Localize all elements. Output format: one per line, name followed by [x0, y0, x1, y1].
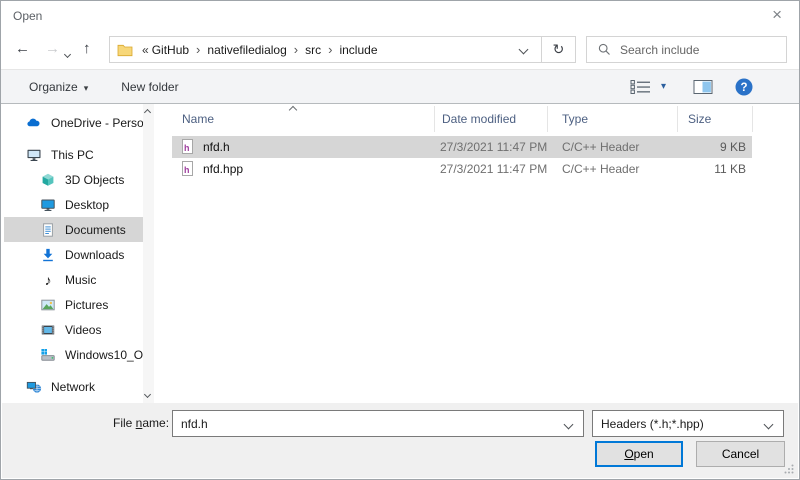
file-rows: h nfd.h 27/3/2021 11:47 PM C/C++ Header … [172, 136, 793, 180]
address-bar[interactable]: « GitHub › nativefiledialog › src › include ↻ [109, 36, 576, 63]
recent-locations-chevron-icon[interactable] [65, 46, 70, 60]
videos-icon [40, 322, 56, 338]
downloads-icon [40, 247, 56, 263]
sidebar-item-music[interactable]: ♪ Music [4, 267, 143, 292]
column-divider[interactable] [677, 106, 678, 132]
file-name-value: nfd.h [181, 417, 208, 431]
organize-button[interactable]: Organize ▾ [29, 80, 88, 94]
footer-bar: File name: nfd.h Headers (*.h;*.hpp) Ope… [2, 403, 798, 478]
preview-pane-icon[interactable] [693, 79, 713, 95]
network-icon [26, 379, 42, 395]
command-bar: Organize ▾ New folder ▾ ? [1, 69, 799, 104]
breadcrumb-item-src[interactable]: src [305, 43, 321, 57]
sidebar-item-network[interactable]: Network [4, 374, 143, 399]
sidebar-item-windows10-os[interactable]: Windows10_OS ( [4, 342, 143, 367]
breadcrumb-item-github[interactable]: GitHub [152, 43, 189, 57]
organize-caret-icon: ▾ [84, 83, 89, 93]
svg-text:?: ? [740, 82, 747, 94]
help-icon[interactable]: ? [735, 78, 753, 96]
cancel-button[interactable]: Cancel [696, 441, 785, 467]
views-icon[interactable] [630, 79, 652, 95]
sidebar-item-this-pc[interactable]: This PC [4, 142, 143, 167]
column-divider[interactable] [547, 106, 548, 132]
file-row-nfd.h[interactable]: h nfd.h 27/3/2021 11:47 PM C/C++ Header … [172, 136, 752, 158]
file-name-label: File name: [113, 416, 169, 430]
sidebar-item-desktop[interactable]: Desktop [4, 192, 143, 217]
file-type-dropdown-icon[interactable] [764, 420, 774, 430]
toolbar-right-group: ▾ ? [630, 78, 753, 96]
breadcrumb-item-include[interactable]: include [339, 43, 377, 57]
open-button[interactable]: Open [595, 441, 683, 467]
breadcrumb-separator-icon: › [294, 42, 298, 57]
scroll-up-icon[interactable] [144, 109, 151, 116]
search-icon [598, 43, 611, 56]
titlebar[interactable]: Open × [1, 1, 799, 31]
column-divider[interactable] [434, 106, 435, 132]
back-button[interactable]: ← [15, 41, 30, 56]
file-name-input[interactable]: nfd.h [172, 410, 584, 437]
column-headers: Name Date modified Type Size [172, 104, 793, 134]
sidebar-item-downloads[interactable]: Downloads [4, 242, 143, 267]
this-pc-icon [26, 147, 42, 163]
file-name-dropdown-icon[interactable] [564, 420, 574, 430]
refresh-button[interactable]: ↻ [542, 41, 575, 58]
sort-ascending-icon[interactable] [289, 106, 297, 114]
breadcrumb-separator-icon: › [328, 42, 332, 57]
views-caret-icon[interactable]: ▾ [661, 81, 666, 92]
column-header-type[interactable]: Type [562, 112, 588, 126]
resize-grip[interactable] [783, 463, 795, 475]
file-type-value: Headers (*.h;*.hpp) [601, 417, 704, 431]
breadcrumb-item-nativefiledialog[interactable]: nativefiledialog [207, 43, 286, 57]
breadcrumb-overflow[interactable]: « [142, 43, 149, 57]
folder-icon [117, 43, 133, 57]
file-list: Name Date modified Type Size h nfd.h 27/… [172, 104, 793, 403]
close-icon[interactable]: × [772, 5, 782, 25]
scroll-down-icon[interactable] [144, 391, 151, 398]
search-placeholder: Search include [620, 43, 699, 57]
sidebar-item-videos[interactable]: Videos [4, 317, 143, 342]
sidebar-item-onedrive-person[interactable]: OneDrive - Person [4, 110, 143, 135]
sidebar-item-documents[interactable]: Documents [4, 217, 143, 242]
column-header-size[interactable]: Size [688, 112, 711, 126]
column-header-date-modified[interactable]: Date modified [442, 112, 516, 126]
sidebar-item-pictures[interactable]: Pictures [4, 292, 143, 317]
content-area: OneDrive - Person This PC 3D Objects Des… [2, 104, 798, 403]
3d-objects-icon [40, 172, 56, 188]
documents-icon [40, 222, 56, 238]
music-icon: ♪ [40, 272, 56, 288]
desktop-icon [40, 197, 56, 213]
dialog-title: Open [13, 9, 42, 23]
organize-label: Organize [29, 80, 78, 94]
file-type-select[interactable]: Headers (*.h;*.hpp) [592, 410, 784, 437]
breadcrumb: GitHub › nativefiledialog › src › include [149, 42, 381, 57]
address-dropdown-icon[interactable] [520, 46, 527, 53]
new-folder-button[interactable]: New folder [121, 80, 178, 94]
open-dialog-window: Open × ← → ↑ « GitHub › nativefiledialog › s… [0, 0, 800, 480]
file-row-nfd.hpp[interactable]: h nfd.hpp 27/3/2021 11:47 PM C/C++ Heade… [172, 158, 752, 180]
navigation-pane: OneDrive - Person This PC 3D Objects Des… [2, 104, 143, 403]
sidebar-scrollbar[interactable] [143, 104, 154, 403]
os-drive-icon [40, 347, 56, 363]
breadcrumb-separator-icon: › [196, 42, 200, 57]
column-divider[interactable] [752, 106, 753, 132]
file-icon: h [182, 139, 193, 154]
forward-button[interactable]: → [45, 41, 60, 56]
file-icon: h [182, 161, 193, 176]
onedrive-icon [26, 115, 42, 131]
search-box[interactable]: Search include [586, 36, 787, 63]
navigation-bar: ← → ↑ « GitHub › nativefiledialog › src › incl… [1, 31, 799, 69]
sidebar-item-3d-objects[interactable]: 3D Objects [4, 167, 143, 192]
up-button[interactable]: ↑ [83, 41, 91, 56]
column-header-name[interactable]: Name [182, 112, 214, 126]
pictures-icon [40, 297, 56, 313]
